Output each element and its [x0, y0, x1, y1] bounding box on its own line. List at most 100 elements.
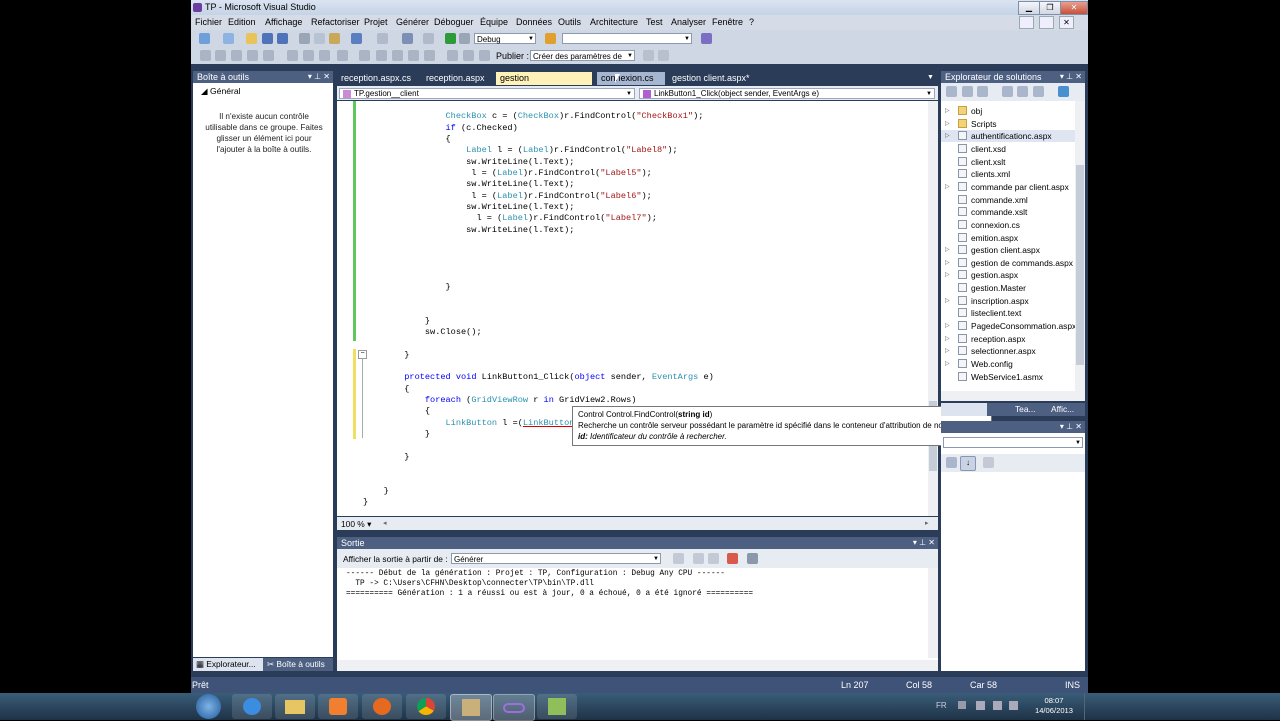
output-clear-icon[interactable] [727, 553, 738, 564]
output-goto-icon[interactable] [673, 553, 684, 564]
minimize-button[interactable]: ▁ [1018, 1, 1040, 15]
categorized-icon[interactable] [946, 457, 957, 468]
save-icon[interactable] [262, 33, 273, 44]
toolbox-group-general[interactable]: ◢ Général [201, 86, 241, 97]
output-wrap-icon[interactable] [747, 553, 758, 564]
tab-class-view[interactable]: Affic... [1051, 404, 1074, 414]
publish-icon[interactable] [643, 50, 654, 61]
se-horizontal-scrollbar[interactable] [941, 391, 1075, 401]
undo-icon[interactable] [351, 33, 362, 44]
toolbar2-icon-9[interactable] [337, 50, 348, 61]
expand-icon[interactable]: ▷ [945, 132, 950, 139]
expand-icon[interactable]: ▷ [945, 360, 950, 367]
tray-volume-icon[interactable] [1009, 701, 1018, 710]
se-view-code-icon[interactable] [1002, 86, 1013, 97]
taskbar-media-player-icon[interactable] [318, 694, 358, 719]
menu-architecture[interactable]: Architecture [590, 17, 638, 27]
solution-item[interactable]: ▷ authentificationc.aspx [941, 130, 1075, 143]
taskbar-camtasia-icon[interactable] [537, 694, 577, 719]
solution-item[interactable]: ▷ gestion client.aspx [941, 244, 1075, 256]
start-button-icon[interactable] [196, 694, 221, 719]
solution-item[interactable]: commande.xslt [941, 206, 1075, 218]
redo-icon[interactable] [377, 33, 388, 44]
menu-generer[interactable]: Générer [396, 17, 429, 27]
tray-network-icon[interactable] [993, 701, 1002, 710]
mdi-minimize-icon[interactable] [1019, 16, 1034, 29]
se-scroll-thumb[interactable] [1076, 165, 1084, 365]
solution-item[interactable]: gestion.Master [941, 282, 1075, 294]
solution-item[interactable]: ▷ PagedeConsommation.aspx [941, 320, 1075, 332]
menu-edition[interactable]: Edition [228, 17, 256, 27]
solution-item[interactable]: commande.xml [941, 194, 1075, 206]
tab-solution-explorer[interactable] [941, 403, 987, 416]
publish-combo[interactable]: Créer des paramètres de ▼ [530, 50, 635, 61]
toolbar2-icon-16[interactable] [463, 50, 474, 61]
expand-icon[interactable]: ▷ [945, 246, 950, 253]
navigate-back-icon[interactable] [402, 33, 413, 44]
menu-refactoriser[interactable]: Refactoriser [311, 17, 360, 27]
toolbar2-icon-12[interactable] [392, 50, 403, 61]
mdi-close-icon[interactable]: ✕ [1059, 16, 1074, 29]
solution-item[interactable]: ▷ obj [941, 105, 1075, 117]
member-combo[interactable]: LinkButton1_Click(object sender, EventAr… [639, 88, 935, 99]
tab-connexion-cs[interactable]: connexion.cs ✕ [597, 72, 665, 96]
expand-icon[interactable]: ▷ [945, 120, 950, 127]
solution-item[interactable]: emition.aspx [941, 232, 1075, 244]
properties-controls[interactable]: ▾ ⊥ ✕ [1060, 421, 1082, 433]
open-file-icon[interactable] [246, 33, 257, 44]
class-combo[interactable]: TP.gestion__client ▼ [339, 88, 635, 99]
menu-analyser[interactable]: Analyser [671, 17, 706, 27]
navigate-forward-icon[interactable] [423, 33, 434, 44]
toolbar2-icon-4[interactable] [247, 50, 258, 61]
solution-explorer-icon[interactable] [701, 33, 712, 44]
toolbar2-icon-17[interactable] [479, 50, 490, 61]
menu-fenetre[interactable]: Fenêtre [712, 17, 743, 27]
show-desktop-button[interactable] [1084, 693, 1097, 720]
solution-item[interactable]: client.xslt [941, 156, 1075, 168]
tray-arrow-icon[interactable] [958, 701, 966, 709]
taskbar-tools-icon[interactable] [450, 694, 492, 721]
toolbox-pin-icon[interactable]: ▾ ⊥ ✕ [308, 71, 330, 83]
toolbar2-icon-14[interactable] [424, 50, 435, 61]
tray-clock[interactable]: 08:07 14/06/2013 [1030, 696, 1078, 716]
tab-gestion-client-aspx[interactable]: gestion client.aspx* [668, 72, 754, 85]
menu-affichage[interactable]: Affichage [265, 17, 302, 27]
solution-item[interactable]: connexion.cs [941, 219, 1075, 231]
tray-flag-icon[interactable] [976, 701, 985, 710]
toolbar2-icon-6[interactable] [287, 50, 298, 61]
find-icon[interactable] [459, 33, 470, 44]
se-nest-icon[interactable] [1033, 86, 1044, 97]
toolbar2-icon-15[interactable] [447, 50, 458, 61]
solution-explorer-controls[interactable]: ▾ ⊥ ✕ [1060, 71, 1082, 83]
property-pages-icon[interactable] [983, 457, 994, 468]
toolbar2-icon-13[interactable] [408, 50, 419, 61]
menu-fichier[interactable]: Fichier [195, 17, 222, 27]
taskbar-ie-icon[interactable] [232, 694, 272, 719]
taskbar-visual-studio-icon[interactable] [493, 694, 535, 721]
paste-icon[interactable] [329, 33, 340, 44]
output-vertical-scrollbar[interactable] [928, 568, 938, 658]
se-view-designer-icon[interactable] [1017, 86, 1028, 97]
expand-icon[interactable]: ▷ [945, 335, 950, 342]
menu-test[interactable]: Test [646, 17, 663, 27]
taskbar-chrome-icon[interactable] [406, 694, 446, 719]
mdi-restore-icon[interactable] [1039, 16, 1054, 29]
start-debug-icon[interactable] [445, 33, 456, 44]
taskbar-explorer-icon[interactable] [275, 694, 315, 719]
copy-icon[interactable] [314, 33, 325, 44]
expand-icon[interactable]: ▷ [945, 259, 950, 266]
zoom-level[interactable]: 100 % ▾ [341, 519, 371, 529]
editor-vertical-scrollbar[interactable] [928, 101, 938, 516]
menu-outils[interactable]: Outils [558, 17, 581, 27]
toolbar2-icon-11[interactable] [376, 50, 387, 61]
expand-icon[interactable]: ▷ [945, 347, 950, 354]
toolbar2-icon-3[interactable] [231, 50, 242, 61]
se-refresh-icon[interactable] [977, 86, 988, 97]
hscroll-left-icon[interactable]: ◂ [383, 519, 387, 527]
toolbar2-icon-1[interactable] [200, 50, 211, 61]
toolbar2-icon-8[interactable] [319, 50, 330, 61]
solution-item[interactable]: ▷ reception.aspx [941, 333, 1075, 345]
tab-solution-explorer-bottom[interactable]: ▦ Explorateur... [193, 658, 263, 671]
menu-equipe[interactable]: Équipe [480, 17, 508, 27]
se-properties-icon[interactable] [946, 86, 957, 97]
